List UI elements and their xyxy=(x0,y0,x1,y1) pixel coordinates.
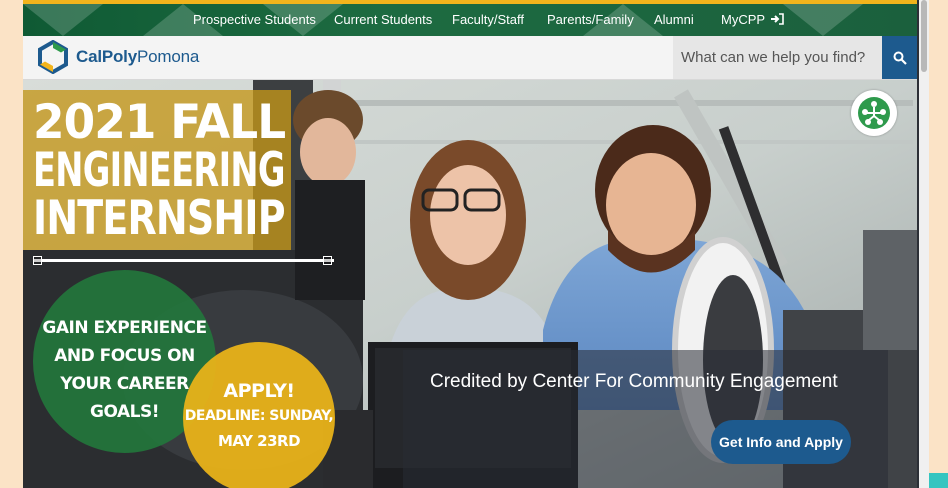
page: Prospective Students Current Students Fa… xyxy=(23,0,918,488)
cpp-logo-icon xyxy=(38,40,68,74)
gain-line-1: GAIN EXPERIENCE xyxy=(42,318,207,338)
scrollbar[interactable] xyxy=(919,0,929,488)
photo-credit: Credited by Center For Community Engagem… xyxy=(430,371,838,392)
slider-track xyxy=(34,259,334,262)
side-background xyxy=(930,0,948,488)
community-badge[interactable] xyxy=(851,90,897,136)
apply-deadline-circle: APPLY! DEADLINE: SUNDAY, MAY 23RD xyxy=(183,342,335,488)
logo-text: CalPolyPomona xyxy=(76,47,199,67)
apply-line-1: APPLY! xyxy=(223,380,295,402)
nav-prospective-students[interactable]: Prospective Students xyxy=(193,12,316,27)
slider-start-handle[interactable] xyxy=(33,256,42,265)
headline-panel: 2021 FALL ENGINEERING INTERNSHIP xyxy=(23,90,291,250)
headline-line-1: 2021 FALL xyxy=(33,95,286,150)
headline-line-2: ENGINEERING xyxy=(33,143,285,198)
corner-accent xyxy=(929,473,948,488)
logo-light: Pomona xyxy=(136,47,200,66)
utility-nav: Prospective Students Current Students Fa… xyxy=(23,4,918,36)
get-info-apply-button[interactable]: Get Info and Apply xyxy=(711,420,851,464)
search-button[interactable] xyxy=(882,36,918,79)
logo-bold: CalPoly xyxy=(76,47,137,66)
apply-line-2: DEADLINE: SUNDAY, xyxy=(184,408,334,424)
nav-mycpp-label: MyCPP xyxy=(721,12,765,27)
nav-current-students[interactable]: Current Students xyxy=(334,12,432,27)
search-icon xyxy=(893,51,907,65)
gain-line-2: AND FOCUS ON xyxy=(54,346,195,366)
site-logo[interactable]: CalPolyPomona xyxy=(36,40,199,74)
slider-end-handle[interactable] xyxy=(323,256,332,265)
community-badge-icon xyxy=(858,97,890,129)
login-icon xyxy=(771,13,785,25)
headline-line-3: INTERNSHIP xyxy=(33,191,286,246)
hero-banner: 2021 FALL ENGINEERING INTERNSHIP GAIN EX… xyxy=(23,80,918,488)
site-header: CalPolyPomona xyxy=(23,36,918,80)
nav-alumni[interactable]: Alumni xyxy=(654,12,694,27)
nav-parents-family[interactable]: Parents/Family xyxy=(547,12,634,27)
nav-faculty-staff[interactable]: Faculty/Staff xyxy=(452,12,524,27)
nav-mycpp[interactable]: MyCPP xyxy=(721,12,785,27)
search-input[interactable] xyxy=(673,36,883,79)
scrollbar-thumb[interactable] xyxy=(921,0,927,72)
apply-line-3: MAY 23RD xyxy=(217,432,301,450)
